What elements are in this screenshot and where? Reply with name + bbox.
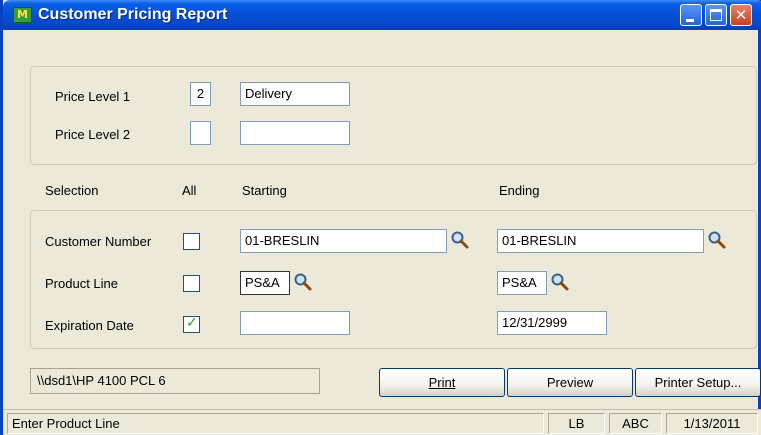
customer-number-starting-field[interactable]: 01-BRESLIN <box>240 229 447 253</box>
customer-number-label: Customer Number <box>45 234 152 249</box>
printer-setup-button-label: Printer Setup... <box>654 375 742 390</box>
expiration-date-starting-field[interactable] <box>240 311 350 335</box>
minimize-button[interactable] <box>680 4 702 26</box>
price-level-2-label: Price Level 2 <box>55 127 131 142</box>
starting-header: Starting <box>242 183 287 198</box>
checkmark-icon: ✓ <box>186 315 198 331</box>
product-line-all-checkbox[interactable] <box>183 275 200 292</box>
customer-number-ending-lookup-icon[interactable] <box>707 230 727 250</box>
printer-name-display: \\dsd1\HP 4100 PCL 6 <box>30 368 320 394</box>
expiration-date-ending-field[interactable]: 12/31/2999 <box>497 311 607 335</box>
title-bar[interactable]: M Customer Pricing Report ✕ <box>3 0 761 30</box>
customer-number-all-checkbox[interactable] <box>183 233 200 250</box>
print-button[interactable]: Print <box>379 368 505 397</box>
customer-number-ending-field[interactable]: 01-BRESLIN <box>497 229 704 253</box>
app-icon: M <box>13 7 32 23</box>
preview-button[interactable]: Preview <box>507 368 633 397</box>
printer-setup-button[interactable]: Printer Setup... <box>635 368 761 397</box>
price-level-2-code-field[interactable] <box>190 121 211 145</box>
product-line-ending-field[interactable]: PS&A <box>497 271 547 295</box>
price-level-1-code-field[interactable]: 2 <box>190 82 211 106</box>
product-line-ending-lookup-icon[interactable] <box>550 272 570 292</box>
close-button[interactable]: ✕ <box>730 4 752 26</box>
minimize-icon <box>686 19 694 22</box>
maximize-button[interactable] <box>705 4 727 26</box>
customer-number-starting-lookup-icon[interactable] <box>450 230 470 250</box>
expiration-date-all-checkbox[interactable]: ✓ <box>183 315 200 333</box>
price-level-2-description-field[interactable] <box>240 121 350 145</box>
preview-button-label: Preview <box>546 375 594 390</box>
price-level-group <box>30 66 757 165</box>
product-line-starting-field[interactable]: PS&A <box>240 271 290 295</box>
ending-header: Ending <box>499 183 540 198</box>
status-company: ABC <box>609 413 662 434</box>
status-bar: Enter Product Line LB ABC 1/13/2011 <box>3 409 761 435</box>
price-level-1-label: Price Level 1 <box>55 89 131 104</box>
selection-header: Selection <box>45 183 99 198</box>
all-header: All <box>182 183 197 198</box>
status-message: Enter Product Line <box>7 413 544 434</box>
maximize-icon <box>710 9 722 21</box>
status-date: 1/13/2011 <box>666 413 758 434</box>
product-line-label: Product Line <box>45 276 118 291</box>
product-line-starting-lookup-icon[interactable] <box>293 272 313 292</box>
window-title: Customer Pricing Report <box>38 6 228 23</box>
price-level-1-description-field[interactable]: Delivery <box>240 82 350 106</box>
expiration-date-label: Expiration Date <box>45 318 134 333</box>
customer-pricing-report-window: M Customer Pricing Report ✕ Price Level … <box>0 0 761 435</box>
print-button-label: Print <box>428 375 456 390</box>
close-icon: ✕ <box>734 6 748 24</box>
status-user: LB <box>548 413 605 434</box>
